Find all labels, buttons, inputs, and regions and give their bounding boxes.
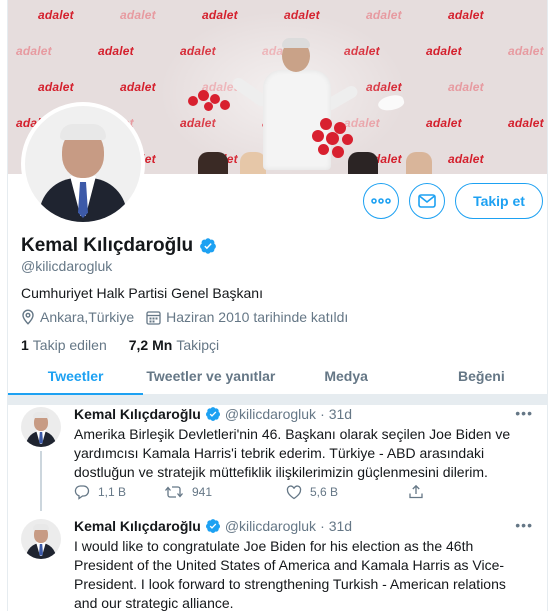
location-pin-icon [22, 309, 34, 325]
follow-button[interactable]: Takip et [455, 183, 543, 219]
tweet-more-button[interactable]: ••• [515, 405, 533, 421]
tweet-more-button[interactable]: ••• [515, 517, 533, 533]
tab-media[interactable]: Medya [279, 357, 414, 394]
profile-location: Ankara,Türkiye [40, 309, 135, 325]
tweet[interactable]: Kemal Kılıçdaroğlu @kilicdarogluk · 31d … [8, 405, 547, 515]
tweet-time[interactable]: 31d [329, 406, 352, 422]
tab-tweets[interactable]: Tweetler [8, 357, 144, 395]
tweet-author-handle: @kilicdarogluk [224, 406, 317, 422]
profile-page: adalet adalet adalet adalet adalet adalet adal… [7, 0, 548, 611]
verified-badge-icon [205, 407, 220, 421]
banner-watermark-text: adalet [448, 80, 484, 94]
verified-badge-icon [205, 519, 220, 533]
calendar-icon [146, 310, 161, 325]
heart-icon [286, 484, 302, 499]
separator-dot: · [320, 406, 325, 422]
tweet-header: Kemal Kılıçdaroğlu @kilicdarogluk · 31d [74, 518, 352, 534]
tweet-avatar[interactable] [21, 519, 61, 559]
section-divider [8, 395, 547, 405]
tab-likes[interactable]: Beğeni [414, 357, 547, 394]
banner-watermark-text: adalet [38, 80, 74, 94]
verified-badge-icon [200, 238, 216, 254]
retweet-button[interactable]: 941 [164, 484, 286, 500]
tab-tweets-and-replies[interactable]: Tweetler ve yanıtlar [143, 357, 278, 394]
banner-watermark-text: adalet [426, 116, 462, 130]
share-icon [409, 484, 423, 499]
profile-joined: Haziran 2010 tarihinde katıldı [166, 309, 349, 325]
reply-button[interactable]: 1,1 B [74, 484, 164, 500]
tweet-actions: 1,1 B 941 5,6 B [74, 484, 474, 500]
banner-watermark-text: adalet [448, 8, 484, 22]
tweet-text: Amerika Birleşik Devletleri'nin 46. Başk… [74, 426, 511, 480]
tweet-avatar[interactable] [21, 407, 61, 447]
banner-watermark-text: adalet [448, 152, 484, 166]
thread-line [40, 451, 42, 511]
banner-watermark-text: adalet [426, 44, 462, 58]
profile-tabs: Tweetler Tweetler ve yanıtlar Medya Beğe… [8, 357, 547, 395]
tweet-header: Kemal Kılıçdaroğlu @kilicdarogluk · 31d [74, 406, 352, 422]
tweet-text: I would like to congratulate Joe Biden f… [74, 538, 506, 611]
banner-watermark-text: adalet [38, 8, 74, 22]
profile-bio: Cumhuriyet Halk Partisi Genel Başkanı [21, 285, 263, 301]
more-icon [371, 198, 391, 204]
profile-name-row: Kemal Kılıçdaroğlu [21, 235, 217, 257]
like-button[interactable]: 5,6 B [286, 484, 408, 500]
message-button[interactable] [409, 183, 445, 219]
banner-watermark-text: adalet [120, 80, 156, 94]
tweet[interactable]: Kemal Kılıçdaroğlu @kilicdarogluk · 31d … [8, 517, 547, 611]
profile-avatar[interactable] [21, 102, 145, 226]
tweet-author-handle: @kilicdarogluk [224, 518, 317, 534]
share-button[interactable] [408, 484, 432, 500]
followers-link[interactable]: 7,2 Mn Takipçi [129, 337, 219, 353]
flowers-left [188, 88, 240, 116]
reply-icon [74, 485, 90, 500]
tweet-time[interactable]: 31d [329, 518, 352, 534]
profile-stats: 1 Takip edilen 7,2 Mn Takipçi [21, 337, 241, 353]
banner-watermark-text: adalet [16, 44, 52, 58]
reply-count: 1,1 B [98, 485, 127, 499]
flowers-right [306, 118, 374, 164]
envelope-icon [418, 194, 436, 208]
profile-handle: @kilicdarogluk [21, 258, 113, 274]
banner-watermark-text: adalet [508, 44, 544, 58]
retweet-icon [165, 486, 183, 498]
banner-watermark-text: adalet [508, 116, 544, 130]
tweet-author-name[interactable]: Kemal Kılıçdaroğlu [74, 406, 201, 422]
profile-name: Kemal Kılıçdaroğlu [21, 235, 194, 256]
like-count: 5,6 B [310, 485, 339, 499]
tweet-author-name[interactable]: Kemal Kılıçdaroğlu [74, 518, 201, 534]
separator-dot: · [320, 518, 325, 534]
more-options-button[interactable] [363, 183, 399, 219]
following-link[interactable]: 1 Takip edilen [21, 337, 107, 353]
retweet-count: 941 [192, 485, 213, 499]
banner-watermark-text: adalet [120, 8, 156, 22]
banner-watermark-text: adalet [98, 44, 134, 58]
profile-meta: Ankara,Türkiye Haziran 2010 tarihinde ka… [21, 309, 360, 325]
